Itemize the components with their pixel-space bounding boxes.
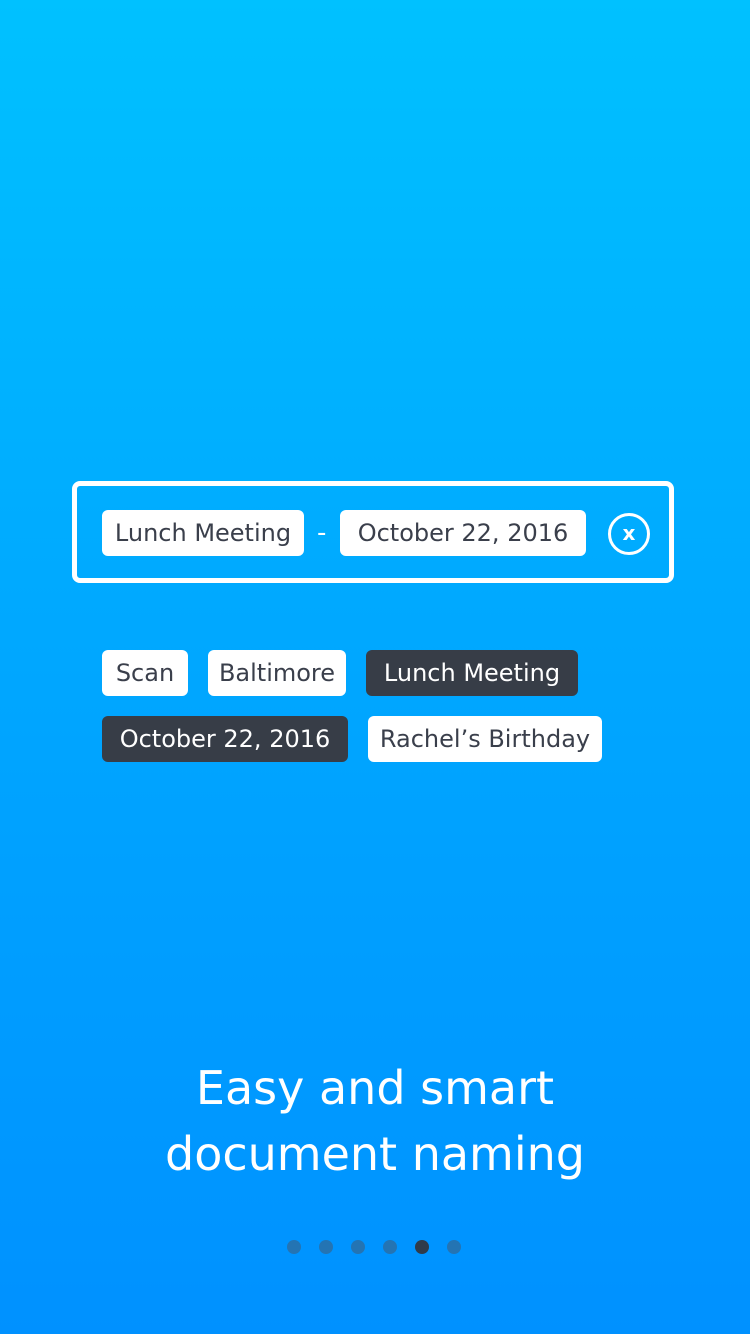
- tag-date[interactable]: October 22, 2016: [102, 716, 348, 762]
- page-dot-4[interactable]: [383, 1240, 397, 1254]
- headline-line-2: document naming: [165, 1127, 585, 1181]
- name-separator: -: [317, 518, 327, 548]
- clear-name-button[interactable]: x: [608, 513, 650, 555]
- page-dot-3[interactable]: [351, 1240, 365, 1254]
- headline-line-1: Easy and smart: [195, 1061, 555, 1115]
- onboarding-headline: Easy and smart document naming: [0, 1055, 750, 1187]
- page-dot-5-active[interactable]: [415, 1240, 429, 1254]
- document-name-field[interactable]: Lunch Meeting - October 22, 2016 x: [72, 481, 674, 583]
- tag-scan[interactable]: Scan: [102, 650, 188, 696]
- name-chip-date[interactable]: October 22, 2016: [340, 510, 586, 556]
- page-indicator[interactable]: [287, 1240, 461, 1254]
- tag-rachels-birthday[interactable]: Rachel’s Birthday: [368, 716, 602, 762]
- tag-lunch-meeting[interactable]: Lunch Meeting: [366, 650, 578, 696]
- tag-baltimore[interactable]: Baltimore: [208, 650, 346, 696]
- page-dot-2[interactable]: [319, 1240, 333, 1254]
- close-icon: x: [622, 521, 636, 545]
- name-chip-lunch-meeting[interactable]: Lunch Meeting: [102, 510, 304, 556]
- page-dot-6[interactable]: [447, 1240, 461, 1254]
- page-dot-1[interactable]: [287, 1240, 301, 1254]
